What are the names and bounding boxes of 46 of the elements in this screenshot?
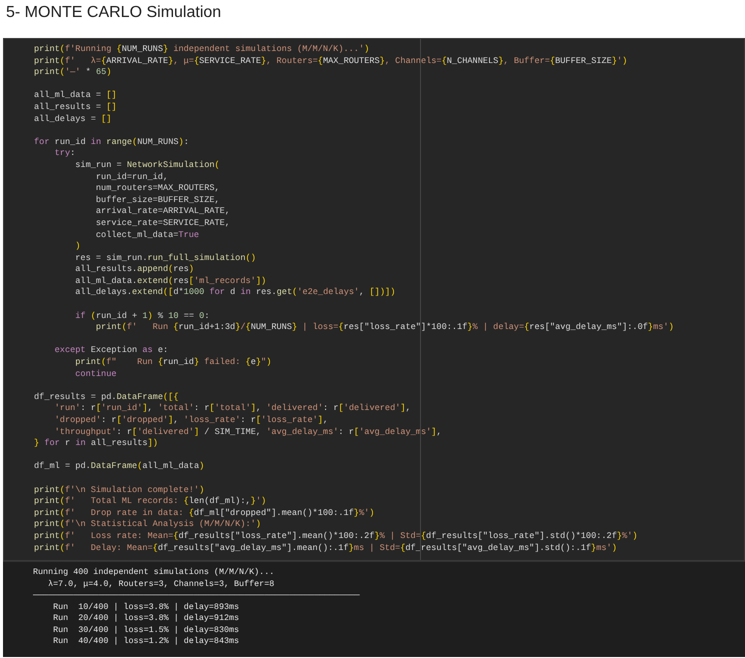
code-line: run_id=run_id, [94, 172, 168, 184]
output-line: Run 20/400 | loss=3.8% | delay=912ms [52, 613, 240, 625]
code-line: 'throughput': r['delivered'] / SIM_TIME, 'avg_delay_ms': r['avg_delay_ms'], [54, 426, 442, 438]
code-line: continue [74, 368, 117, 380]
section-heading: 5- MONTE CARLO Simulation [6, 3, 222, 23]
code-line: print(f'\n Statistical Analysis (M/M/N/K):') [34, 519, 261, 531]
output-line: λ=7.0, μ=4.0, Routers=3, Channels=3, Buffer=8 [47, 578, 274, 590]
code-line: print(f' λ={ARRIVAL_RATE}, μ={SERVICE_RATE}, Routers={MAX_ROUTERS}, Channels={N_CHANNELS}, Buffer={BUFFER_SIZE}') [34, 56, 628, 68]
code-line: } for r in all_results]) [34, 438, 158, 450]
code-line: except Exception as e: [54, 345, 168, 358]
code-line: print(f' Delay: Mean={df_results["avg_delay_ms"].mean():.1f}ms | Std={df_results["avg_delay_ms"].std():.1f}ms') [34, 542, 617, 554]
code-line: buffer_size=BUFFER_SIZE, [94, 194, 220, 206]
output-line: ————————————————————————————————————————————————————————————————— [33, 590, 360, 602]
code-line: res = sim_run.run_full_simulation() [74, 252, 256, 264]
code-line: print(f" Run {run_id} failed: {e}") [74, 357, 272, 369]
code-line: service_rate=SERVICE_RATE, [94, 218, 230, 230]
code-line: all_results.append(res) [74, 264, 194, 276]
code-line: collect_ml_data=True [94, 230, 200, 242]
code-line: all_delays.extend([d*1000 for d in res.get('e2e_delays', [])]) [74, 287, 396, 300]
code-line: ) [74, 241, 80, 253]
code-line: sim_run = NetworkSimulation( [74, 160, 220, 172]
code-cell[interactable] [3, 38, 745, 562]
code-line: print(f' Run {run_id+1:3d}/{NUM_RUNS} | loss={res["loss_rate"]*100:.1f}% | delay={res["avg_delay_ms"]:.0f}ms') [94, 322, 674, 334]
code-line: print(f' Loss rate: Mean={df_results["loss_rate"].mean()*100:.2f}% | Std={df_results["loss_rate"].std()*100:.2f}%') [34, 530, 638, 543]
output-line: Run 10/400 | loss=3.8% | delay=893ms [52, 602, 240, 614]
output-line: Running 400 independent simulations (M/M/N/K)... [33, 567, 274, 579]
code-line: all_delays = [] [34, 114, 112, 126]
code-line: num_routers=MAX_ROUTERS, [94, 183, 220, 195]
code-line: 'run': r['run_id'], 'total': r['total'], 'delivered': r['delivered'], [54, 403, 411, 415]
output-line: Run 40/400 | loss=1.2% | delay=843ms [52, 636, 240, 648]
code-line: all_ml_data = [] [34, 90, 117, 102]
code-line: all_ml_data.extend(res['ml_records']) [74, 276, 266, 288]
code-line: df_results = pd.DataFrame([{ [34, 392, 178, 404]
code-line: df_ml = pd.DataFrame(all_ml_data) [34, 461, 204, 473]
output-line: Run 30/400 | loss=1.5% | delay=830ms [52, 624, 240, 636]
code-line: print(f'Running {NUM_RUNS} independent simulations (M/M/N/K)...') [34, 44, 370, 56]
code-line: if (run_id + 1) % 10 == 0: [74, 310, 210, 322]
code-line: 'dropped': r['dropped'], 'loss_rate': r['loss_rate'], [54, 415, 328, 427]
code-line: print(f' Drop rate in data: {df_ml["dropped"].mean()*100:.1f}%') [34, 508, 374, 520]
code-line: arrival_rate=ARRIVAL_RATE, [94, 206, 230, 218]
code-line: for run_id in range(NUM_RUNS): [34, 136, 189, 148]
code-line: print(f'\n Simulation complete!') [34, 484, 204, 496]
code-line: all_results = [] [34, 102, 117, 114]
code-line: print('—' * 65) [34, 67, 112, 79]
code-line: try: [54, 148, 76, 160]
code-line: print(f' Total ML records: {len(df_ml):,}') [34, 496, 266, 508]
